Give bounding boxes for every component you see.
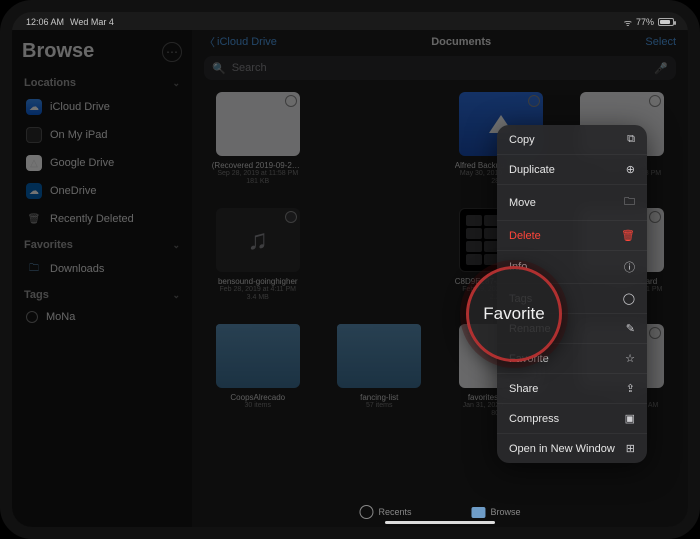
file-size: 30 items [245,402,271,410]
context-duplicate[interactable]: Duplicate ⊕ [497,155,647,185]
move-icon: 🗀 [624,193,635,212]
context-label: Duplicate [509,164,555,176]
context-copy[interactable]: Copy ⧉ [497,125,647,155]
locations-header[interactable]: Locations⌄ [22,71,182,93]
home-indicator[interactable] [385,521,495,524]
ipad-icon [26,127,42,143]
trash-icon: 🗑 [26,211,42,227]
cloud-icon: ☁ [26,99,42,115]
file-tile[interactable]: CoopsAlrecado30 items [202,324,314,436]
sidebar-item-downloads[interactable]: 🗀Downloads [22,255,182,283]
select-circle-icon[interactable] [649,95,661,107]
sidebar-item-onedrive[interactable]: ☁OneDrive [22,177,182,205]
status-bar: 12:06 AM Wed Mar 4 ᯤ 77% [12,12,688,30]
file-size: 3.4 MB [247,294,269,302]
context-delete[interactable]: Delete 🗑 [497,221,647,251]
context-label: Share [509,383,538,395]
status-time: 12:06 AM [26,17,64,27]
sidebar-title: Browse [22,40,94,63]
tags-header[interactable]: Tags⌄ [22,283,182,305]
select-circle-icon[interactable] [649,327,661,339]
file-thumbnail [216,324,300,388]
duplicate-icon: ⊕ [626,163,635,176]
file-name: CoopsAlrecado [212,393,304,402]
page-title: Documents [277,36,646,48]
copy-icon: ⧉ [627,133,635,146]
delete-icon: 🗑 [621,229,635,242]
back-button[interactable]: 〈 iCloud Drive [204,34,277,50]
file-size: 57 items [366,402,392,410]
context-label: Compress [509,413,559,425]
battery-pct: 77% [636,17,654,27]
file-tile[interactable]: ♫ bensound-goinghigherFeb 28, 2019 at 4:1… [202,208,314,320]
file-name: bensound-goinghigher [212,277,304,286]
sidebar: Browse ⋯ Locations⌄ ☁iCloud Drive On My … [12,30,192,527]
search-input[interactable]: 🔍 Search 🎤 [204,56,676,80]
wifi-icon: ᯤ [624,16,632,29]
sidebar-tag-mona[interactable]: MoNa [22,305,182,329]
tags-icon: ◯ [623,292,635,305]
file-thumbnail [337,324,421,388]
context-label: Open in New Window [509,443,615,455]
rename-icon: ✎ [626,322,635,335]
chevron-down-icon: ⌄ [172,240,180,251]
chevron-down-icon: ⌄ [172,78,180,89]
main-pane: 〈 iCloud Drive Documents Select 🔍 Search… [192,30,688,527]
chevron-left-icon: 〈 [204,34,215,50]
file-name: fancing-list [333,393,425,402]
sidebar-more-button[interactable]: ⋯ [162,42,182,62]
tab-browse[interactable]: Browse [472,505,521,519]
battery-icon [658,18,674,26]
tag-icon [26,311,38,323]
chevron-down-icon: ⌄ [172,290,180,301]
select-circle-icon[interactable] [649,211,661,223]
onedrive-icon: ☁ [26,183,42,199]
context-label: Move [509,197,536,209]
favorites-header[interactable]: Favorites⌄ [22,233,182,255]
search-icon: 🔍 [212,62,226,75]
sidebar-item-icloud-drive[interactable]: ☁iCloud Drive [22,93,182,121]
compress-icon: ▣ [625,412,635,425]
context-compress[interactable]: Compress ▣ [497,404,647,434]
file-name: (Recovered 2019-09-28, 11_58 (218 items … [212,161,304,170]
select-button[interactable]: Select [645,36,676,48]
share-icon: ⇪ [626,382,635,395]
file-tile[interactable]: (Recovered 2019-09-28, 11_58 (218 items … [202,92,314,204]
select-circle-icon[interactable] [528,95,540,107]
context-share[interactable]: Share ⇪ [497,374,647,404]
file-tile[interactable]: fancing-list57 items [324,324,436,436]
file-thumbnail [216,92,300,156]
status-date: Wed Mar 4 [70,17,114,27]
context-label: Delete [509,230,541,242]
context-move[interactable]: Move 🗀 [497,185,647,221]
select-circle-icon[interactable] [285,95,297,107]
search-placeholder: Search [232,62,267,74]
folder-icon: 🗀 [26,261,42,277]
file-date: Sep 28, 2019 at 11:58 PM [217,170,298,178]
select-circle-icon[interactable] [285,211,297,223]
sidebar-item-on-my-ipad[interactable]: On My iPad [22,121,182,149]
sidebar-item-recently-deleted[interactable]: 🗑Recently Deleted [22,205,182,233]
file-thumbnail: ♫ [216,208,300,272]
favorite-callout: Favorite [466,266,562,362]
context-open-in-new-window[interactable]: Open in New Window ⊞ [497,434,647,463]
mic-icon: 🎤 [654,62,668,75]
file-date: Feb 28, 2019 at 4:11 PM [219,286,296,294]
folder-icon [472,507,486,518]
clock-icon [359,505,373,519]
tab-recents[interactable]: Recents [359,505,411,519]
info-icon: ⓘ [624,259,635,275]
google-drive-icon: △ [26,155,42,171]
sidebar-item-google-drive[interactable]: △Google Drive [22,149,182,177]
favorite-icon: ☆ [625,352,635,365]
file-size: 181 KB [246,178,269,186]
context-label: Copy [509,134,535,146]
open-in-new-window-icon: ⊞ [626,442,635,455]
